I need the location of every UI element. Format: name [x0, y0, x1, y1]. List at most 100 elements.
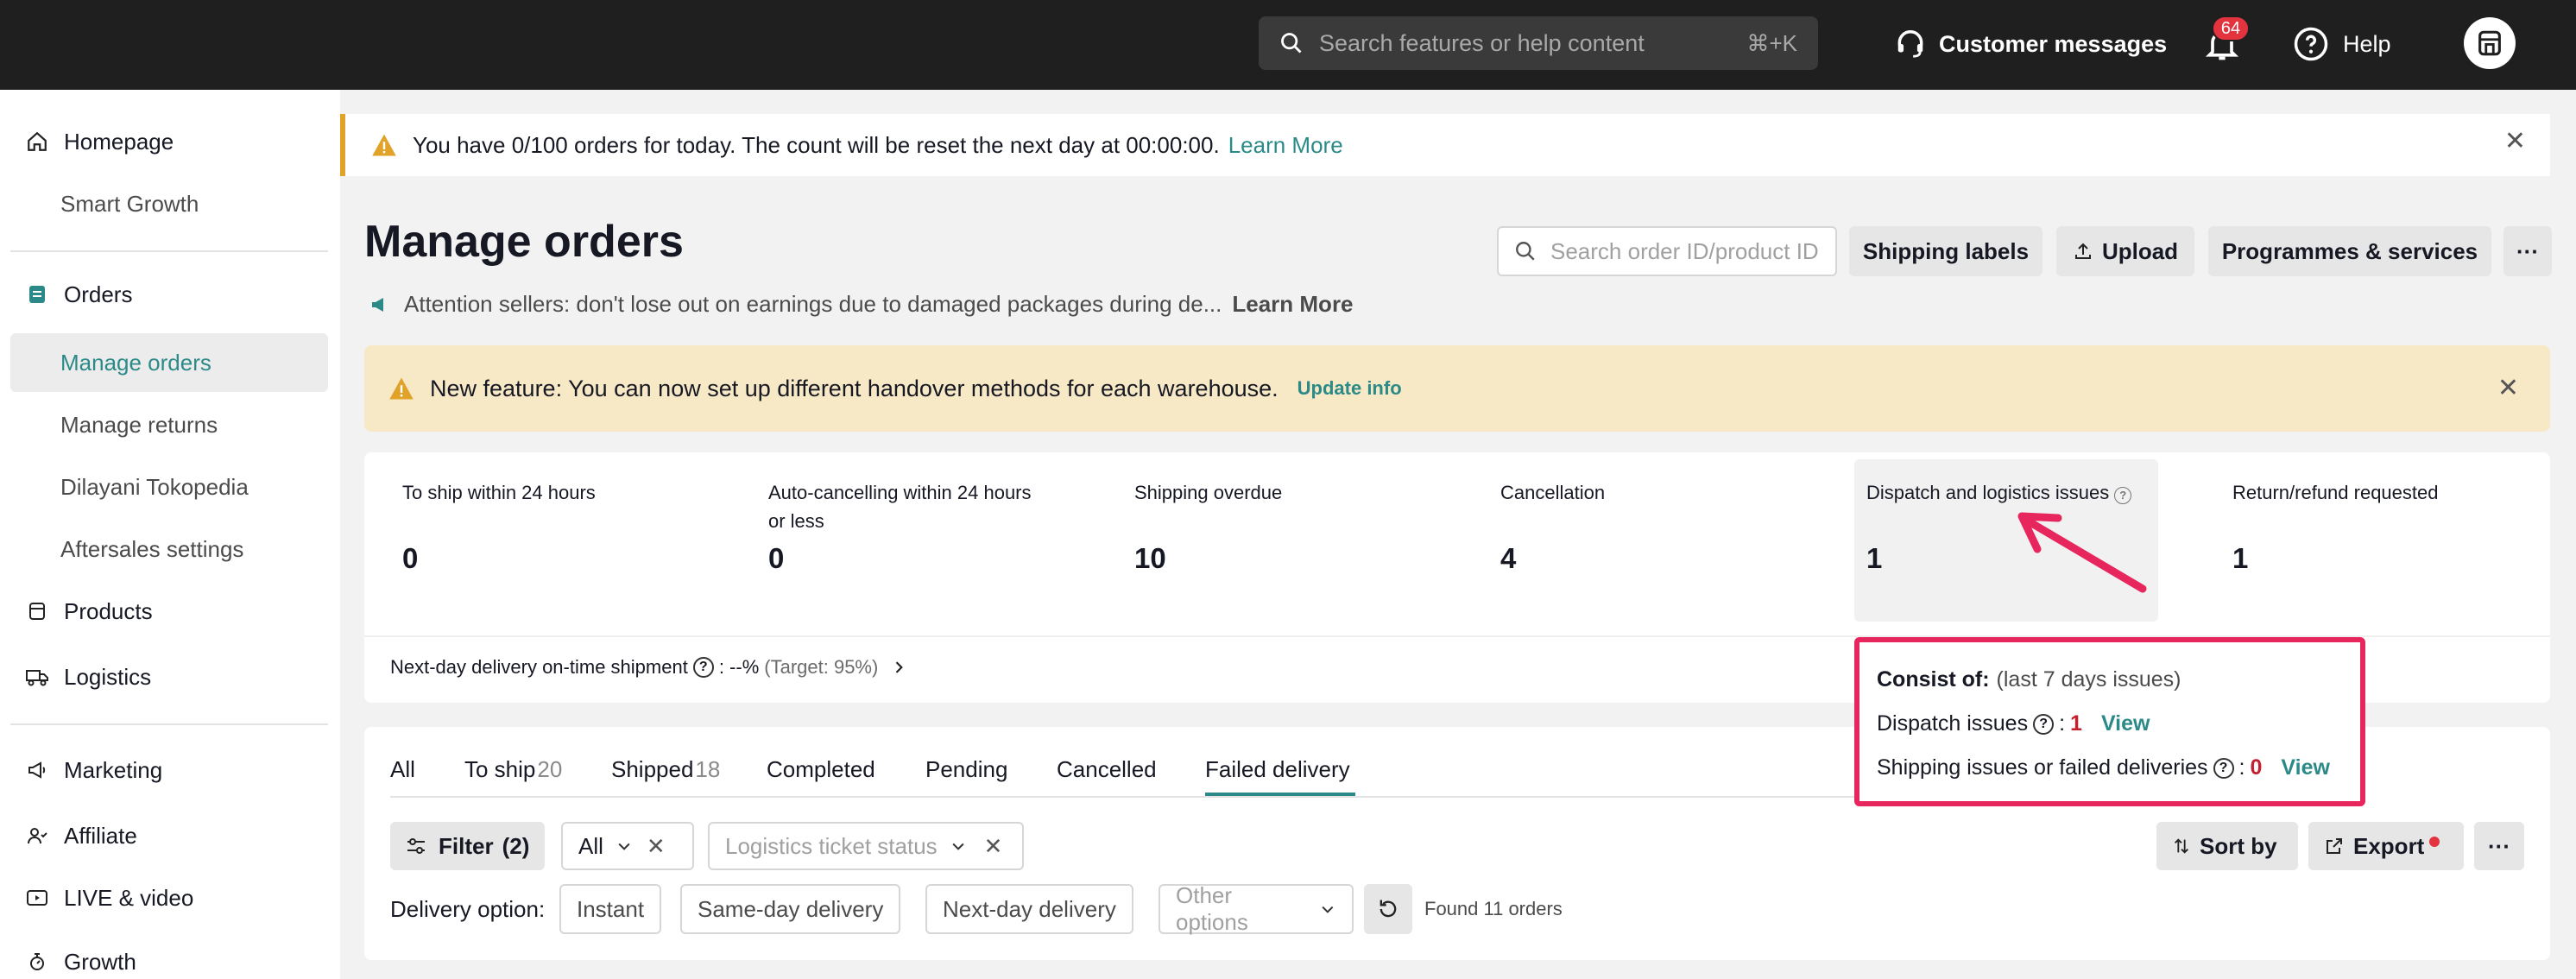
- affiliate-icon: [24, 823, 50, 849]
- sidebar-item-products[interactable]: Products: [10, 582, 328, 641]
- stat-value: 10: [1134, 542, 1166, 574]
- shipping-labels-button[interactable]: Shipping labels: [1849, 226, 2042, 276]
- learn-more-link[interactable]: Learn More: [1228, 132, 1343, 159]
- filter-button[interactable]: Filter (2): [390, 822, 546, 870]
- next-day-label: Next-day delivery on-time shipment: [390, 656, 688, 678]
- update-info-link[interactable]: Update info: [1297, 377, 1402, 400]
- stat-label: Shipping overdue: [1134, 482, 1283, 503]
- all-select-value: All: [578, 832, 603, 859]
- growth-icon: [24, 949, 50, 975]
- question-icon[interactable]: ?: [2114, 486, 2132, 504]
- tab-shipped[interactable]: Shipped18: [611, 756, 720, 791]
- close-icon[interactable]: ✕: [2504, 126, 2526, 156]
- tab-count: 20: [537, 756, 563, 782]
- sidebar-item-label: Affiliate: [64, 822, 137, 849]
- sidebar-item-label: Homepage: [64, 128, 174, 155]
- dispatch-issues-count: 1: [2070, 711, 2082, 736]
- refresh-icon: [1380, 900, 1397, 918]
- next-day-value: : --%: [718, 656, 760, 678]
- more-actions-button[interactable]: ···: [2503, 226, 2552, 276]
- sidebar-divider: [10, 250, 328, 252]
- question-icon[interactable]: ?: [2213, 757, 2234, 779]
- sidebar-divider: [10, 723, 328, 725]
- tab-all[interactable]: All: [390, 756, 415, 791]
- other-options-select[interactable]: Other options: [1159, 882, 1354, 935]
- sidebar-item-manage-orders[interactable]: Manage orders: [10, 333, 328, 392]
- sidebar-item-label: Manage returns: [60, 411, 218, 438]
- stat-to-ship-24h[interactable]: To ship within 24 hours 0: [402, 459, 704, 623]
- stat-return-refund[interactable]: Return/refund requested 1: [2232, 459, 2535, 623]
- shop-avatar[interactable]: [2464, 17, 2516, 69]
- banner-text: You have 0/100 orders for today. The cou…: [413, 131, 1220, 158]
- reset-button[interactable]: [1364, 884, 1412, 934]
- customer-messages-button[interactable]: Customer messages: [1894, 24, 2167, 64]
- tab-to-ship[interactable]: To ship20: [464, 756, 562, 791]
- sidebar-item-live-video[interactable]: LIVE & video: [10, 868, 328, 927]
- megaphone-icon: [24, 757, 50, 783]
- dispatch-view-link[interactable]: View: [2101, 711, 2150, 736]
- stat-label: To ship within 24 hours: [402, 482, 596, 503]
- attention-learn-more-link[interactable]: Learn More: [1232, 291, 1353, 318]
- help-button[interactable]: Help: [2293, 24, 2391, 64]
- sidebar-item-logistics[interactable]: Logistics: [10, 647, 328, 706]
- shipping-view-link[interactable]: View: [2281, 755, 2330, 780]
- sidebar-item-label: Aftersales settings: [60, 535, 244, 562]
- truck-icon: [24, 664, 50, 690]
- clear-icon[interactable]: ✕: [984, 833, 1003, 860]
- sidebar-item-marketing[interactable]: Marketing: [10, 741, 328, 799]
- sidebar-item-growth[interactable]: Growth: [10, 932, 328, 979]
- clear-icon[interactable]: ✕: [647, 833, 666, 860]
- logistics-ticket-status-select[interactable]: Logistics ticket status ✕: [708, 822, 1024, 870]
- sidebar: Homepage Smart Growth Orders Manage orde…: [0, 90, 340, 979]
- next-day-option[interactable]: Next-day delivery: [925, 884, 1133, 934]
- order-limit-banner: You have 0/100 orders for today. The cou…: [340, 114, 2550, 176]
- next-day-shipment-metric[interactable]: Next-day delivery on-time shipment ? : -…: [390, 656, 907, 679]
- notification-badge: 64: [2212, 16, 2250, 41]
- warning-icon: [389, 377, 414, 400]
- order-search-input[interactable]: Search order ID/product ID: [1497, 226, 1837, 276]
- attention-notice: Attention sellers: don't lose out on ear…: [368, 291, 1354, 318]
- stat-label: Dispatch and logistics issues?: [1866, 478, 2158, 507]
- stat-label: Cancellation: [1500, 482, 1606, 503]
- export-dot: [2429, 837, 2440, 847]
- sidebar-item-orders[interactable]: Orders: [10, 265, 328, 324]
- sidebar-item-smart-growth[interactable]: Smart Growth: [10, 174, 328, 233]
- top-bar: Search features or help content ⌘+K Cust…: [0, 0, 2576, 90]
- sidebar-item-aftersales-settings[interactable]: Aftersales settings: [10, 520, 328, 578]
- sidebar-item-label: Smart Growth: [60, 190, 199, 217]
- sidebar-item-label: Manage orders: [60, 349, 212, 376]
- stat-auto-cancelling[interactable]: Auto-cancelling within 24 hours or less …: [768, 459, 1053, 623]
- sidebar-item-homepage[interactable]: Homepage: [10, 112, 328, 171]
- more-options-button[interactable]: ···: [2474, 822, 2524, 870]
- found-orders-count: Found 11 orders: [1424, 898, 1563, 919]
- sort-by-button[interactable]: Sort by: [2156, 822, 2298, 870]
- stat-cancellation[interactable]: Cancellation 4: [1500, 459, 1803, 623]
- question-icon[interactable]: ?: [2033, 713, 2055, 735]
- all-select[interactable]: All ✕: [561, 822, 694, 870]
- close-icon[interactable]: ✕: [2497, 373, 2519, 403]
- sidebar-item-affiliate[interactable]: Affiliate: [10, 806, 328, 865]
- sidebar-item-label: Marketing: [64, 756, 163, 783]
- tab-pending[interactable]: Pending: [925, 756, 1007, 791]
- upload-button[interactable]: Upload: [2056, 226, 2194, 276]
- sidebar-item-label: Logistics: [64, 663, 152, 690]
- tab-failed-delivery[interactable]: Failed delivery: [1205, 756, 1350, 791]
- sidebar-item-manage-returns[interactable]: Manage returns: [10, 395, 328, 454]
- export-button[interactable]: Export: [2308, 822, 2464, 870]
- products-icon: [24, 598, 50, 624]
- same-day-option[interactable]: Same-day delivery: [680, 884, 901, 934]
- export-icon: [2327, 838, 2342, 854]
- stat-shipping-overdue[interactable]: Shipping overdue 10: [1134, 459, 1436, 623]
- stat-value: 0: [768, 542, 785, 574]
- dispatch-issues-popover: Consist of: (last 7 days issues) Dispatc…: [1854, 637, 2365, 806]
- question-icon[interactable]: ?: [692, 657, 714, 678]
- search-placeholder: Search features or help content: [1319, 29, 1645, 56]
- programmes-services-button[interactable]: Programmes & services: [2208, 226, 2491, 276]
- global-search-input[interactable]: Search features or help content ⌘+K: [1259, 16, 1818, 70]
- sidebar-item-dilayani-tokopedia[interactable]: Dilayani Tokopedia: [10, 458, 328, 516]
- search-icon: [1516, 242, 1535, 261]
- tab-completed[interactable]: Completed: [767, 756, 875, 791]
- filter-count: (2): [502, 832, 530, 859]
- instant-option[interactable]: Instant: [559, 884, 662, 934]
- tab-cancelled[interactable]: Cancelled: [1057, 756, 1157, 791]
